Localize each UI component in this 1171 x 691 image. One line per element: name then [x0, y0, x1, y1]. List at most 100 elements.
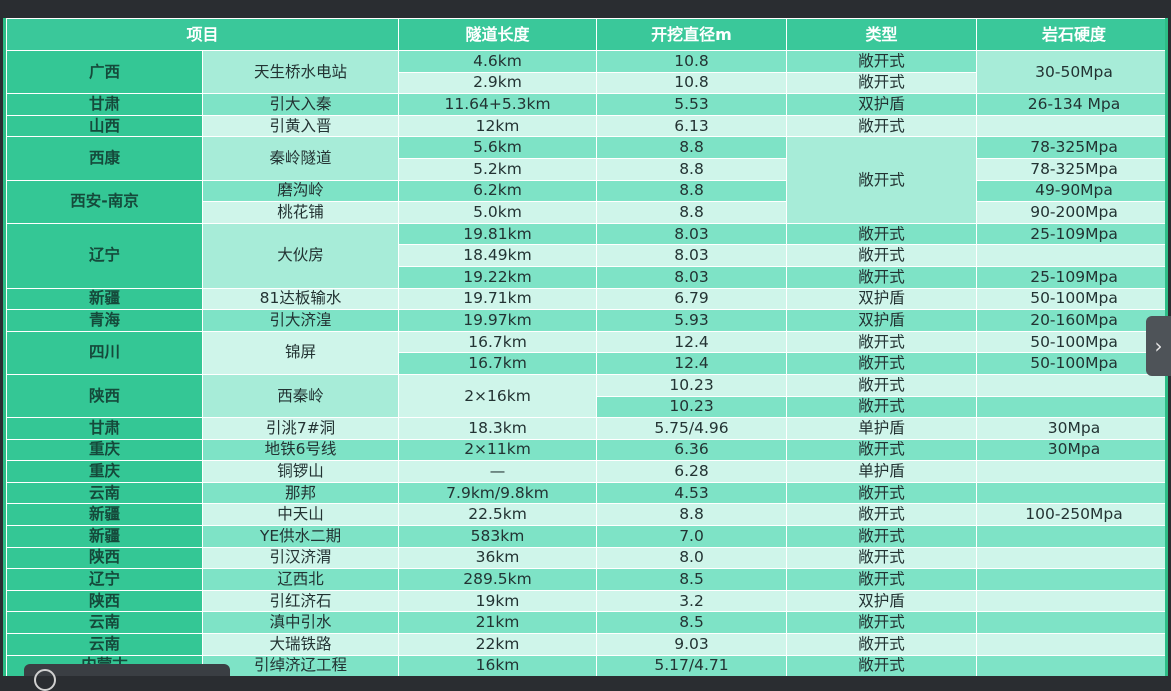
cell-rock [976, 589, 1165, 613]
cell-diameter: 8.0 [596, 546, 788, 570]
cell-type: 敞开式 [786, 244, 978, 267]
cell-length: 2×16km [398, 373, 598, 419]
cell-type: 单护盾 [786, 460, 978, 483]
cell-project-name: 铜锣山 [201, 460, 400, 483]
cell-diameter: 10.8 [596, 71, 788, 95]
cell-project-name: 引红济石 [201, 589, 400, 613]
cell-length: 36km [398, 546, 598, 570]
table-row: 重庆 地铁6号线 2×11km 6.36 敞开式 30Mpa [6, 438, 1165, 462]
cell-type: 敞开式 [786, 222, 978, 246]
cell-type: 敞开式 [786, 330, 978, 354]
cell-province: 云南 [6, 633, 203, 656]
cell-length: 2×11km [398, 438, 598, 462]
cell-length: 6.2km [398, 179, 598, 203]
cell-province: 西康 [6, 136, 203, 181]
table-row: 青海 引大济湟 19.97km 5.93 双护盾 20-160Mpa [6, 309, 1165, 332]
table-row: 云南 大瑞铁路 22km 9.03 敞开式 [6, 633, 1165, 656]
cell-diameter: 12.4 [596, 352, 788, 375]
cell-diameter: 8.8 [596, 179, 788, 203]
cell-rock: 30Mpa [976, 417, 1165, 440]
cell-project-name: 地铁6号线 [201, 438, 400, 462]
cell-length: 4.6km [398, 50, 598, 73]
cell-type: 双护盾 [786, 309, 978, 332]
cell-diameter: 10.23 [596, 395, 788, 419]
cell-rock [976, 481, 1165, 505]
cell-project-name: 大伙房 [201, 222, 400, 289]
cell-province: 辽宁 [6, 568, 203, 591]
cell-rock: 50-100Mpa [976, 287, 1165, 311]
cell-length: 19.71km [398, 287, 598, 311]
cell-type: 敞开式 [786, 568, 978, 591]
circle-icon[interactable] [34, 669, 56, 691]
cell-project-name: 引绰济辽工程 [201, 654, 400, 676]
cell-project-name: 那邦 [201, 481, 400, 505]
table-row: 陕西 西秦岭 2×16km 10.23 敞开式 [6, 373, 1165, 419]
cell-rock: 26-134 Mpa [976, 93, 1165, 116]
cell-diameter: 12.4 [596, 330, 788, 354]
cell-diameter: 5.93 [596, 309, 788, 332]
cell-rock: 50-100Mpa [976, 352, 1165, 375]
slide-frame: 项目 隧道长度 开挖直径m 类型 岩石硬度 广西 天生桥水电站 4.6km 10… [3, 18, 1168, 676]
header-rock-hardness: 岩石硬度 [976, 18, 1165, 51]
cell-diameter: 6.13 [596, 114, 788, 138]
header-project: 项目 [6, 18, 400, 51]
table-row: 辽宁 辽西北 289.5km 8.5 敞开式 [6, 568, 1165, 591]
cell-province: 新疆 [6, 503, 203, 527]
cell-rock: 25-109Mpa [976, 222, 1165, 246]
cell-length: 18.3km [398, 417, 598, 440]
cell-diameter: 8.8 [596, 157, 788, 181]
cell-type: 敞开式 [786, 395, 978, 419]
cell-type: 敞开式 [786, 438, 978, 462]
next-slide-button[interactable]: › [1146, 316, 1171, 376]
cell-diameter: 8.8 [596, 201, 788, 224]
cell-diameter: 8.03 [596, 222, 788, 246]
cell-rock: 90-200Mpa [976, 201, 1165, 224]
cell-type: 敞开式 [786, 352, 978, 375]
table-row: 陕西 引汉济渭 36km 8.0 敞开式 [6, 546, 1165, 570]
cell-project-name: 天生桥水电站 [201, 49, 400, 95]
table-row: 新疆 81达板输水 19.71km 6.79 双护盾 50-100Mpa [6, 287, 1165, 311]
cell-diameter: 7.0 [596, 525, 788, 548]
cell-province: 云南 [6, 611, 203, 635]
cell-length: 289.5km [398, 568, 598, 591]
cell-diameter: 9.03 [596, 633, 788, 656]
cell-length: 16.7km [398, 330, 598, 354]
cell-rock [976, 460, 1165, 483]
header-length: 隧道长度 [398, 18, 598, 51]
cell-length: 22.5km [398, 503, 598, 527]
cell-length: 2.9km [398, 71, 598, 95]
cell-project-name: YE供水二期 [201, 525, 400, 548]
table-row: 新疆 中天山 22.5km 8.8 敞开式 100-250Mpa [6, 503, 1165, 527]
cell-province: 甘肃 [6, 417, 203, 440]
cell-province: 西安-南京 [6, 179, 203, 224]
cell-diameter: 8.5 [596, 611, 788, 635]
cell-project-name: 引黄入晋 [201, 114, 400, 138]
cell-diameter: 3.2 [596, 589, 788, 613]
cell-project-name: 引大入秦 [201, 93, 400, 116]
cell-province: 甘肃 [6, 93, 203, 116]
cell-length: 5.6km [398, 136, 598, 159]
cell-rock: 78-325Mpa [976, 136, 1165, 159]
cell-project-name: 大瑞铁路 [201, 633, 400, 656]
cell-diameter: 8.03 [596, 244, 788, 267]
table-row: 广西 天生桥水电站 4.6km 10.8 敞开式 30-50Mpa [6, 49, 1165, 95]
cell-province: 新疆 [6, 287, 203, 311]
cell-type: 敞开式 [786, 136, 978, 224]
chevron-right-icon: › [1154, 334, 1163, 358]
cell-type: 单护盾 [786, 417, 978, 440]
cell-diameter: 6.79 [596, 287, 788, 311]
cell-diameter: 8.8 [596, 503, 788, 527]
cell-length: 5.0km [398, 201, 598, 224]
cell-project-name: 81达板输水 [201, 287, 400, 311]
cell-project-name: 桃花铺 [201, 201, 400, 224]
cell-diameter: 10.23 [596, 373, 788, 397]
cell-diameter: 5.53 [596, 93, 788, 116]
cell-province: 广西 [6, 49, 203, 95]
table-row: 新疆 YE供水二期 583km 7.0 敞开式 [6, 525, 1165, 548]
cell-length: 19.97km [398, 309, 598, 332]
cell-length: 21km [398, 611, 598, 635]
cell-length: 7.9km/9.8km [398, 481, 598, 505]
table-row: 山西 引黄入晋 12km 6.13 敞开式 [6, 114, 1165, 138]
table-row: 甘肃 引洮7#洞 18.3km 5.75/4.96 单护盾 30Mpa [6, 417, 1165, 440]
cell-type: 双护盾 [786, 287, 978, 311]
